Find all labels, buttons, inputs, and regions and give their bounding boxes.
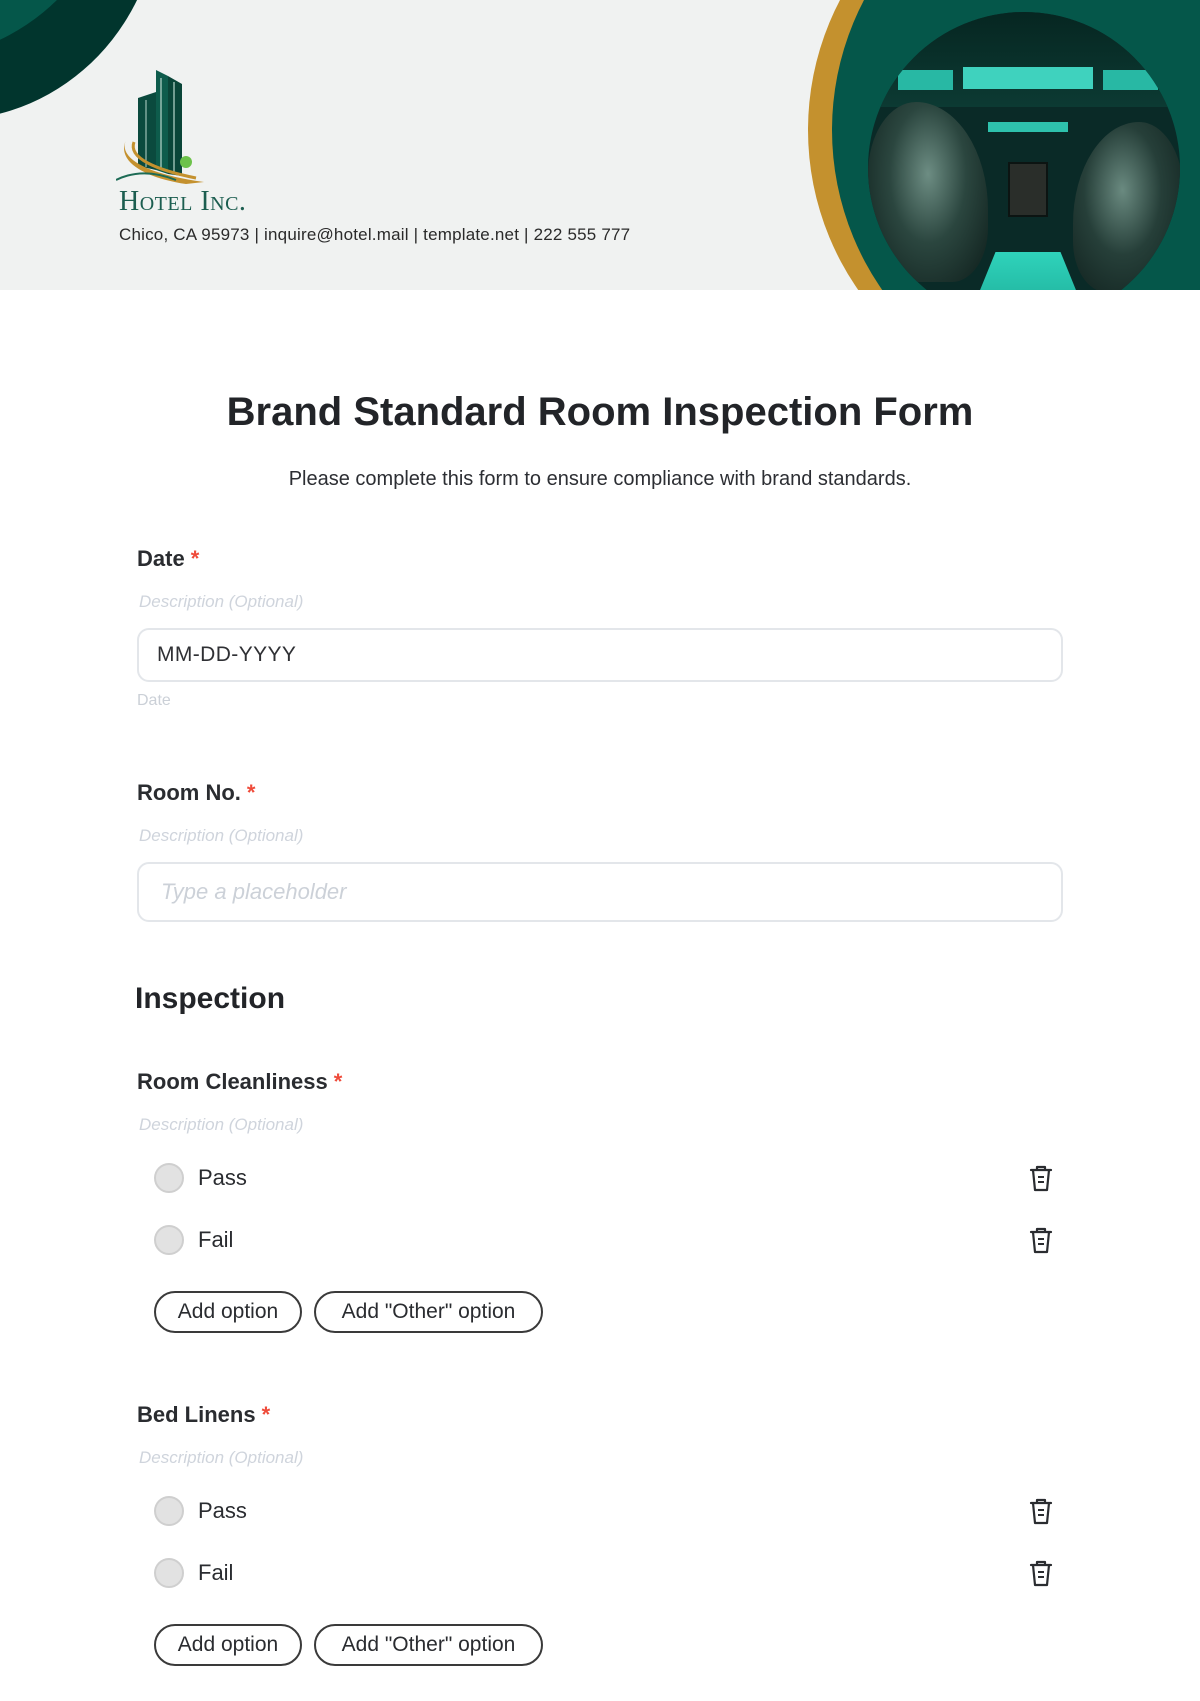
bed-linens-label-text: Bed Linens — [137, 1402, 256, 1427]
room-no-field-label: Room No. * — [137, 780, 255, 806]
radio-button[interactable] — [154, 1558, 184, 1588]
radio-button[interactable] — [154, 1496, 184, 1526]
date-input-value: MM-DD-YYYY — [157, 643, 297, 666]
room-cleanliness-label-text: Room Cleanliness — [137, 1069, 328, 1094]
option-label: Fail — [198, 1560, 234, 1585]
option-label: Pass — [198, 1498, 247, 1523]
date-hint: Date — [137, 692, 171, 709]
add-option-button[interactable]: Add option — [154, 1624, 302, 1666]
room-no-label-text: Room No. — [137, 780, 241, 805]
trash-icon[interactable] — [1027, 1558, 1055, 1588]
date-label-text: Date — [137, 546, 185, 571]
radio-button[interactable] — [154, 1163, 184, 1193]
form-subtitle: Please complete this form to ensure comp… — [288, 468, 912, 490]
bed-linens-label: Bed Linens * — [137, 1402, 270, 1428]
header-banner: Hotel Inc. Chico, CA 95973 | inquire@hot… — [0, 0, 1200, 290]
radio-option-fail[interactable]: Fail — [154, 1224, 233, 1256]
form-title: Brand Standard Room Inspection Form — [226, 390, 974, 434]
hotel-building-logo-icon — [116, 70, 204, 184]
company-name: Hotel Inc. — [119, 186, 247, 217]
trash-icon[interactable] — [1027, 1163, 1055, 1193]
date-description[interactable]: Description (Optional) — [139, 592, 303, 612]
contact-info: Chico, CA 95973 | inquire@hotel.mail | t… — [119, 225, 631, 244]
trash-icon[interactable] — [1027, 1496, 1055, 1526]
option-label: Pass — [198, 1165, 247, 1190]
room-cleanliness-label: Room Cleanliness * — [137, 1069, 342, 1095]
room-cleanliness-description[interactable]: Description (Optional) — [139, 1115, 303, 1135]
add-other-option-button[interactable]: Add "Other" option — [314, 1624, 543, 1666]
room-no-input[interactable]: Type a placeholder — [137, 862, 1063, 922]
required-marker: * — [333, 1069, 343, 1094]
required-marker: * — [190, 546, 200, 571]
date-input[interactable]: MM-DD-YYYY — [137, 628, 1063, 682]
bed-linens-description[interactable]: Description (Optional) — [139, 1448, 303, 1468]
radio-button[interactable] — [154, 1225, 184, 1255]
required-marker: * — [246, 780, 256, 805]
radio-option-pass[interactable]: Pass — [154, 1495, 247, 1527]
indoor-pool-photo — [868, 12, 1180, 290]
option-label: Fail — [198, 1227, 234, 1252]
room-no-placeholder: Type a placeholder — [161, 879, 347, 904]
required-marker: * — [261, 1402, 271, 1427]
section-title-inspection: Inspection — [135, 982, 286, 1015]
date-field-label: Date * — [137, 546, 199, 572]
radio-option-pass[interactable]: Pass — [154, 1162, 247, 1194]
add-other-option-button[interactable]: Add "Other" option — [314, 1291, 543, 1333]
room-no-description[interactable]: Description (Optional) — [139, 826, 303, 846]
radio-option-fail[interactable]: Fail — [154, 1557, 233, 1589]
trash-icon[interactable] — [1027, 1225, 1055, 1255]
add-option-button[interactable]: Add option — [154, 1291, 302, 1333]
